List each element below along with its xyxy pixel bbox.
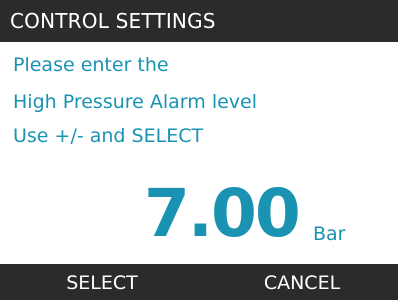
header-bar: CONTROL SETTINGS xyxy=(0,0,398,42)
alarm-level-value: 7.00 xyxy=(144,175,301,252)
instruction-line-2: High Pressure Alarm level xyxy=(13,91,258,113)
pressure-unit-label: Bar xyxy=(313,223,346,245)
instruction-line-3: Use +/- and SELECT xyxy=(13,125,204,147)
page-title: CONTROL SETTINGS xyxy=(10,9,216,33)
control-settings-screen: CONTROL SETTINGS Please enter the High P… xyxy=(0,0,398,300)
select-button[interactable]: SELECT xyxy=(40,264,164,300)
softkey-bar: SELECT CANCEL xyxy=(0,264,398,300)
instruction-line-1: Please enter the xyxy=(13,54,169,76)
cancel-button[interactable]: CANCEL xyxy=(240,264,364,300)
